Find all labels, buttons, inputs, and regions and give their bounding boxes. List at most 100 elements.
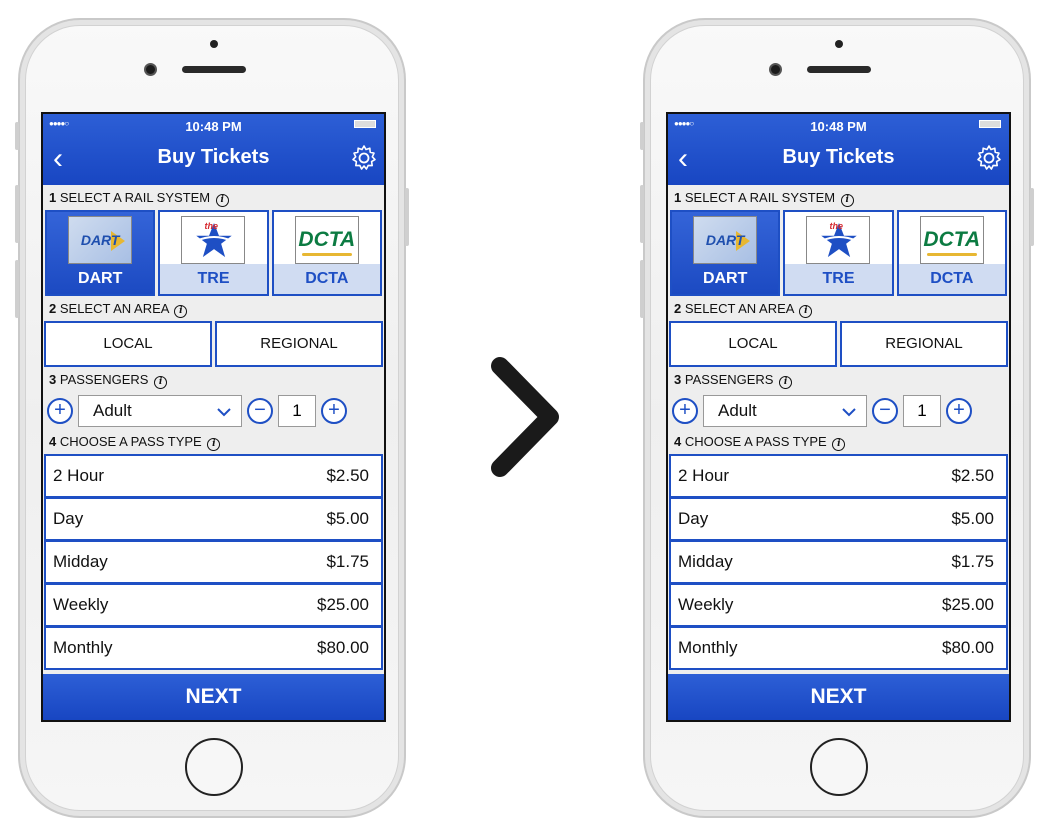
fare-price: $1.75	[326, 552, 369, 571]
page-title: Buy Tickets	[782, 146, 895, 168]
power-button	[405, 188, 409, 246]
fare-option-2-hour[interactable]: 2 Hour $2.50	[44, 454, 383, 498]
next-button[interactable]: NEXT	[43, 674, 384, 720]
fare-option-day[interactable]: Day $5.00	[44, 497, 383, 541]
fare-option-2-hour[interactable]: 2 Hour $2.50	[669, 454, 1008, 498]
plus-circle-icon[interactable]: +	[47, 397, 73, 424]
dcta-logo: DCTA	[294, 216, 359, 264]
fare-option-midday[interactable]: Midday $1.75	[669, 540, 1008, 584]
plus-circle-icon[interactable]: +	[672, 397, 698, 424]
passenger-type-value: Adult	[93, 400, 132, 420]
minus-circle-icon[interactable]: −	[247, 397, 273, 424]
info-icon[interactable]: i	[832, 438, 846, 451]
app-header: ●●●●○ 10:48 PM ‹ Buy Tickets	[668, 114, 1009, 185]
rail-option-label: DART	[702, 270, 748, 287]
fare-name: Monthly	[53, 638, 113, 657]
fare-price: $5.00	[951, 509, 994, 528]
area-local-button[interactable]: LOCAL	[44, 321, 212, 367]
info-icon[interactable]: i	[840, 194, 854, 207]
app-header: ●●●●○ 10:48 PM ‹ Buy Tickets	[43, 114, 384, 185]
area-local-button[interactable]: LOCAL	[669, 321, 837, 367]
tre-logo-text: the	[204, 221, 218, 231]
info-icon[interactable]: i	[799, 305, 813, 318]
dcta-swoosh	[301, 253, 352, 256]
area-section-label: 2 SELECT AN AREA i	[668, 296, 1009, 321]
rail-option-tre[interactable]: the TRE	[783, 210, 894, 296]
battery-icon	[979, 120, 1001, 128]
fare-name: Midday	[678, 552, 733, 571]
fare-option-day[interactable]: Day $5.00	[669, 497, 1008, 541]
status-time: 10:48 PM	[185, 119, 242, 134]
info-icon[interactable]: i	[779, 376, 793, 389]
dart-logo: DART	[68, 216, 133, 264]
rail-option-dart[interactable]: DART DART	[670, 210, 781, 296]
phone-frame-after: ●●●●○ 10:48 PM ‹ Buy Tickets 1 SELECT A …	[640, 18, 1034, 818]
pass-type-section-label: 4 CHOOSE A PASS TYPE i	[43, 429, 384, 454]
passenger-type-value: Adult	[718, 400, 757, 420]
plus-circle-icon[interactable]: +	[946, 397, 972, 424]
fare-price: $25.00	[942, 595, 994, 614]
fare-option-weekly[interactable]: Weekly $25.00	[44, 583, 383, 627]
gear-icon[interactable]	[975, 144, 1003, 172]
info-icon[interactable]: i	[215, 194, 229, 207]
rail-option-dcta[interactable]: DCTA DCTA	[271, 210, 382, 296]
volume-down-button	[640, 260, 644, 318]
fare-option-weekly[interactable]: Weekly $25.00	[669, 583, 1008, 627]
home-button[interactable]	[810, 738, 868, 796]
rail-section-label: 1 SELECT A RAIL SYSTEM i	[668, 185, 1009, 210]
area-regional-button[interactable]: REGIONAL	[840, 321, 1008, 367]
rail-option-dart[interactable]: DART DART	[45, 210, 156, 296]
rail-section-label: 1 SELECT A RAIL SYSTEM i	[43, 185, 384, 210]
fare-option-monthly[interactable]: Monthly $80.00	[44, 626, 383, 670]
plus-circle-icon[interactable]: +	[321, 397, 347, 424]
fare-name: Day	[678, 509, 709, 528]
fare-price: $2.50	[951, 466, 994, 485]
chevron-down-icon	[217, 407, 231, 416]
info-icon[interactable]: i	[174, 305, 188, 318]
fare-price: $80.00	[942, 638, 994, 657]
fare-option-monthly[interactable]: Monthly $80.00	[669, 626, 1008, 670]
fare-option-midday[interactable]: Midday $1.75	[44, 540, 383, 584]
volume-up-button	[15, 185, 19, 243]
battery-icon	[354, 120, 376, 128]
area-section-label: 2 SELECT AN AREA i	[43, 296, 384, 321]
passengers-section-label: 3 PASSENGERS i	[43, 367, 384, 392]
passenger-quantity[interactable]: 1	[278, 394, 316, 427]
area-selector: LOCAL REGIONAL	[43, 321, 384, 367]
rail-option-dcta[interactable]: DCTA DCTA	[896, 210, 1007, 296]
volume-up-button	[640, 185, 644, 243]
rail-system-selector: DART DART the TRE DCTA DCTA	[668, 210, 1009, 296]
next-button[interactable]: NEXT	[668, 674, 1009, 720]
info-icon[interactable]: i	[207, 438, 221, 451]
volume-down-button	[15, 260, 19, 318]
nav-bar: ‹ Buy Tickets	[668, 136, 1009, 185]
rail-option-label: TRE	[785, 264, 892, 294]
power-button	[1030, 188, 1034, 246]
rail-system-selector: DART DART the TRE DCTA DCTA	[43, 210, 384, 296]
home-button[interactable]	[185, 738, 243, 796]
fare-name: Weekly	[678, 595, 734, 614]
passengers-section-label: 3 PASSENGERS i	[668, 367, 1009, 392]
rail-option-label: TRE	[160, 264, 267, 294]
passenger-quantity[interactable]: 1	[903, 394, 941, 427]
pass-type-section-label: 4 CHOOSE A PASS TYPE i	[668, 429, 1009, 454]
fare-price: $80.00	[317, 638, 369, 657]
area-regional-button[interactable]: REGIONAL	[215, 321, 383, 367]
sensor-dot	[835, 40, 843, 48]
status-time: 10:48 PM	[810, 119, 867, 134]
phone-frame-before: ●●●●○ 10:48 PM ‹ Buy Tickets 1 SELECT A …	[15, 18, 409, 818]
dcta-swoosh	[926, 253, 977, 256]
info-icon[interactable]: i	[154, 376, 168, 389]
fare-name: Day	[53, 509, 84, 528]
fare-name: Monthly	[678, 638, 738, 657]
fare-price: $2.50	[326, 466, 369, 485]
sensor-dot	[210, 40, 218, 48]
passenger-type-dropdown[interactable]: Adult	[78, 394, 242, 427]
minus-circle-icon[interactable]: −	[872, 397, 898, 424]
gear-icon[interactable]	[350, 144, 378, 172]
passenger-type-dropdown[interactable]: Adult	[703, 394, 867, 427]
rail-option-label: DCTA	[273, 264, 380, 294]
rail-option-tre[interactable]: the TRE	[158, 210, 269, 296]
front-camera	[769, 63, 782, 76]
passenger-controls: + Adult − 1 +	[43, 392, 384, 429]
